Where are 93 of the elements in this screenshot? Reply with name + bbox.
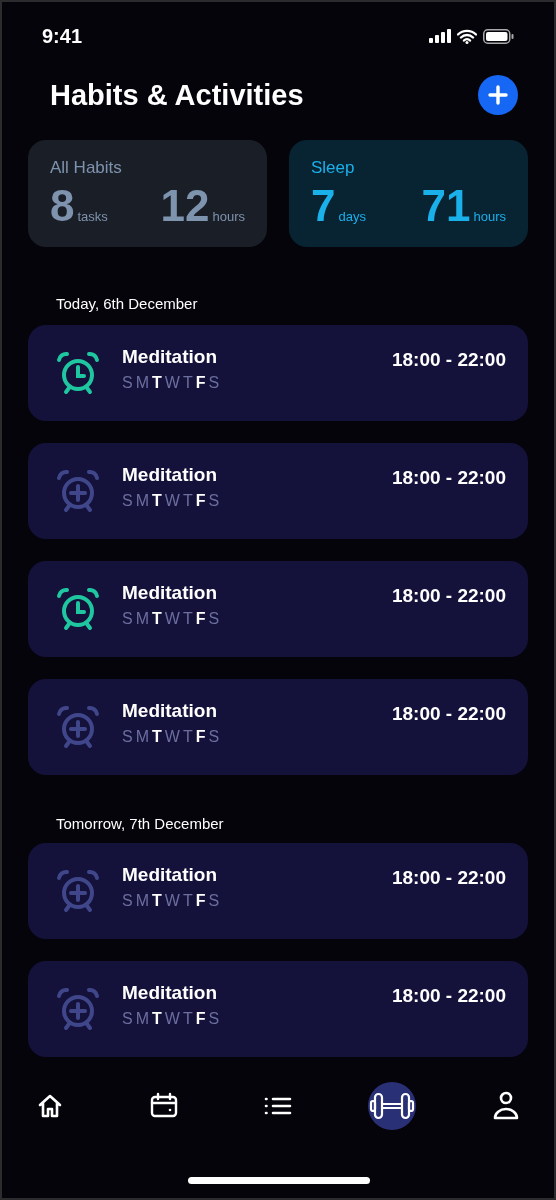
list-icon <box>264 1095 292 1117</box>
weekday-letter: S <box>122 374 133 392</box>
wifi-icon <box>457 28 477 44</box>
activity-card[interactable]: Meditation S M T W T F S 18:00 - 22:00 <box>28 843 528 939</box>
weekday-letter: W <box>164 728 180 746</box>
activity-card[interactable]: Meditation S M T W T F S 18:00 - 22:00 <box>28 961 528 1057</box>
weekday-letter: M <box>135 374 149 392</box>
weekday-letter: F <box>195 610 206 628</box>
weekday-letter: W <box>164 492 180 510</box>
section-label: Tomorrow, 7th December <box>56 815 225 832</box>
activity-name: Meditation <box>122 582 218 604</box>
activity-name: Meditation <box>122 346 218 368</box>
weekday-letter: M <box>135 1010 149 1028</box>
weekday-letter: S <box>122 610 133 628</box>
weekday-letter: T <box>182 374 193 392</box>
weekday-letter: W <box>164 374 180 392</box>
activity-name: Meditation <box>122 700 218 722</box>
weekday-letter: T <box>182 492 193 510</box>
signal-icon <box>429 29 451 43</box>
weekday-letter: T <box>152 492 162 510</box>
alarm-clock-icon <box>54 349 102 397</box>
person-icon <box>492 1091 520 1121</box>
stat-unit: tasks <box>77 209 108 224</box>
weekday-letter: T <box>152 728 162 746</box>
stat-card[interactable]: Sleep 7 days 71 hours <box>289 140 528 247</box>
stat-card[interactable]: All Habits 8 tasks 12 hours <box>28 140 267 247</box>
activity-name: Meditation <box>122 982 218 1004</box>
activity-time: 18:00 - 22:00 <box>391 703 506 725</box>
plus-icon <box>488 85 508 105</box>
weekday-letter: S <box>122 892 133 910</box>
stat-unit: hours <box>473 209 506 224</box>
weekday-letter: S <box>208 892 220 910</box>
stat-number: 71 <box>421 184 471 228</box>
weekday-letter: S <box>208 1010 220 1028</box>
weekday-letter: T <box>182 892 193 910</box>
weekday-letter: W <box>164 892 180 910</box>
weekday-letter: T <box>152 374 162 392</box>
alarm-clock-icon <box>54 585 102 633</box>
weekday-letter: M <box>135 492 149 510</box>
weekday-letter: T <box>182 728 193 746</box>
alarm-plus-icon <box>54 467 102 515</box>
weekday-letter: F <box>195 892 206 910</box>
alarm-plus-icon <box>54 985 102 1033</box>
weekday-letter: F <box>195 728 206 746</box>
activity-time: 18:00 - 22:00 <box>391 349 506 371</box>
activity-time: 18:00 - 22:00 <box>391 585 506 607</box>
calendar-icon <box>150 1092 178 1120</box>
weekday-letter: F <box>195 1010 206 1028</box>
weekday-letter: T <box>152 1010 162 1028</box>
stat-number: 8 <box>50 184 75 228</box>
weekday-letter: W <box>164 610 180 628</box>
weekday-letter: S <box>122 492 133 510</box>
stat-unit: days <box>338 209 366 224</box>
weekday-letter: S <box>208 492 220 510</box>
weekday-letter: S <box>208 374 220 392</box>
weekday-letter: F <box>195 374 206 392</box>
weekday-letter: S <box>122 1010 133 1028</box>
stat-number: 12 <box>160 184 210 228</box>
activity-card[interactable]: Meditation S M T W T F S 18:00 - 22:00 <box>28 679 528 775</box>
stat-unit: hours <box>212 209 245 224</box>
page-title: Habits & Activities <box>50 78 304 112</box>
activity-card[interactable]: Meditation S M T W T F S 18:00 - 22:00 <box>28 561 528 657</box>
stat-number: 7 <box>311 184 336 228</box>
weekday-letter: S <box>208 728 220 746</box>
battery-icon <box>483 28 514 44</box>
activity-card[interactable]: Meditation S M T W T F S 18:00 - 22:00 <box>28 325 528 421</box>
weekday-letter: M <box>135 728 149 746</box>
weekday-letter: M <box>135 610 149 628</box>
activity-time: 18:00 - 22:00 <box>391 867 506 889</box>
activity-time: 18:00 - 22:00 <box>391 467 506 489</box>
home-icon <box>36 1092 64 1120</box>
stat-title: Sleep <box>311 158 356 178</box>
weekday-letter: T <box>152 892 162 910</box>
activity-name: Meditation <box>122 864 218 886</box>
weekday-letter: T <box>182 1010 193 1028</box>
weekday-letter: W <box>164 1010 180 1028</box>
stat-title: All Habits <box>50 158 123 178</box>
weekday-letter: S <box>122 728 133 746</box>
dumbbell-tab[interactable] <box>368 1082 416 1130</box>
status-time: 9:41 <box>42 24 83 48</box>
weekday-letter: M <box>135 892 149 910</box>
section-label: Today, 6th December <box>56 295 199 312</box>
weekday-letter: T <box>152 610 162 628</box>
weekday-letter: T <box>182 610 193 628</box>
weekday-letter: S <box>208 610 220 628</box>
activity-card[interactable]: Meditation S M T W T F S 18:00 - 22:00 <box>28 443 528 539</box>
dumbbell-icon <box>369 1091 415 1121</box>
activity-time: 18:00 - 22:00 <box>391 985 506 1007</box>
weekday-letter: F <box>195 492 206 510</box>
activity-name: Meditation <box>122 464 218 486</box>
alarm-plus-icon <box>54 867 102 915</box>
alarm-plus-icon <box>54 703 102 751</box>
add-button[interactable] <box>478 75 518 115</box>
